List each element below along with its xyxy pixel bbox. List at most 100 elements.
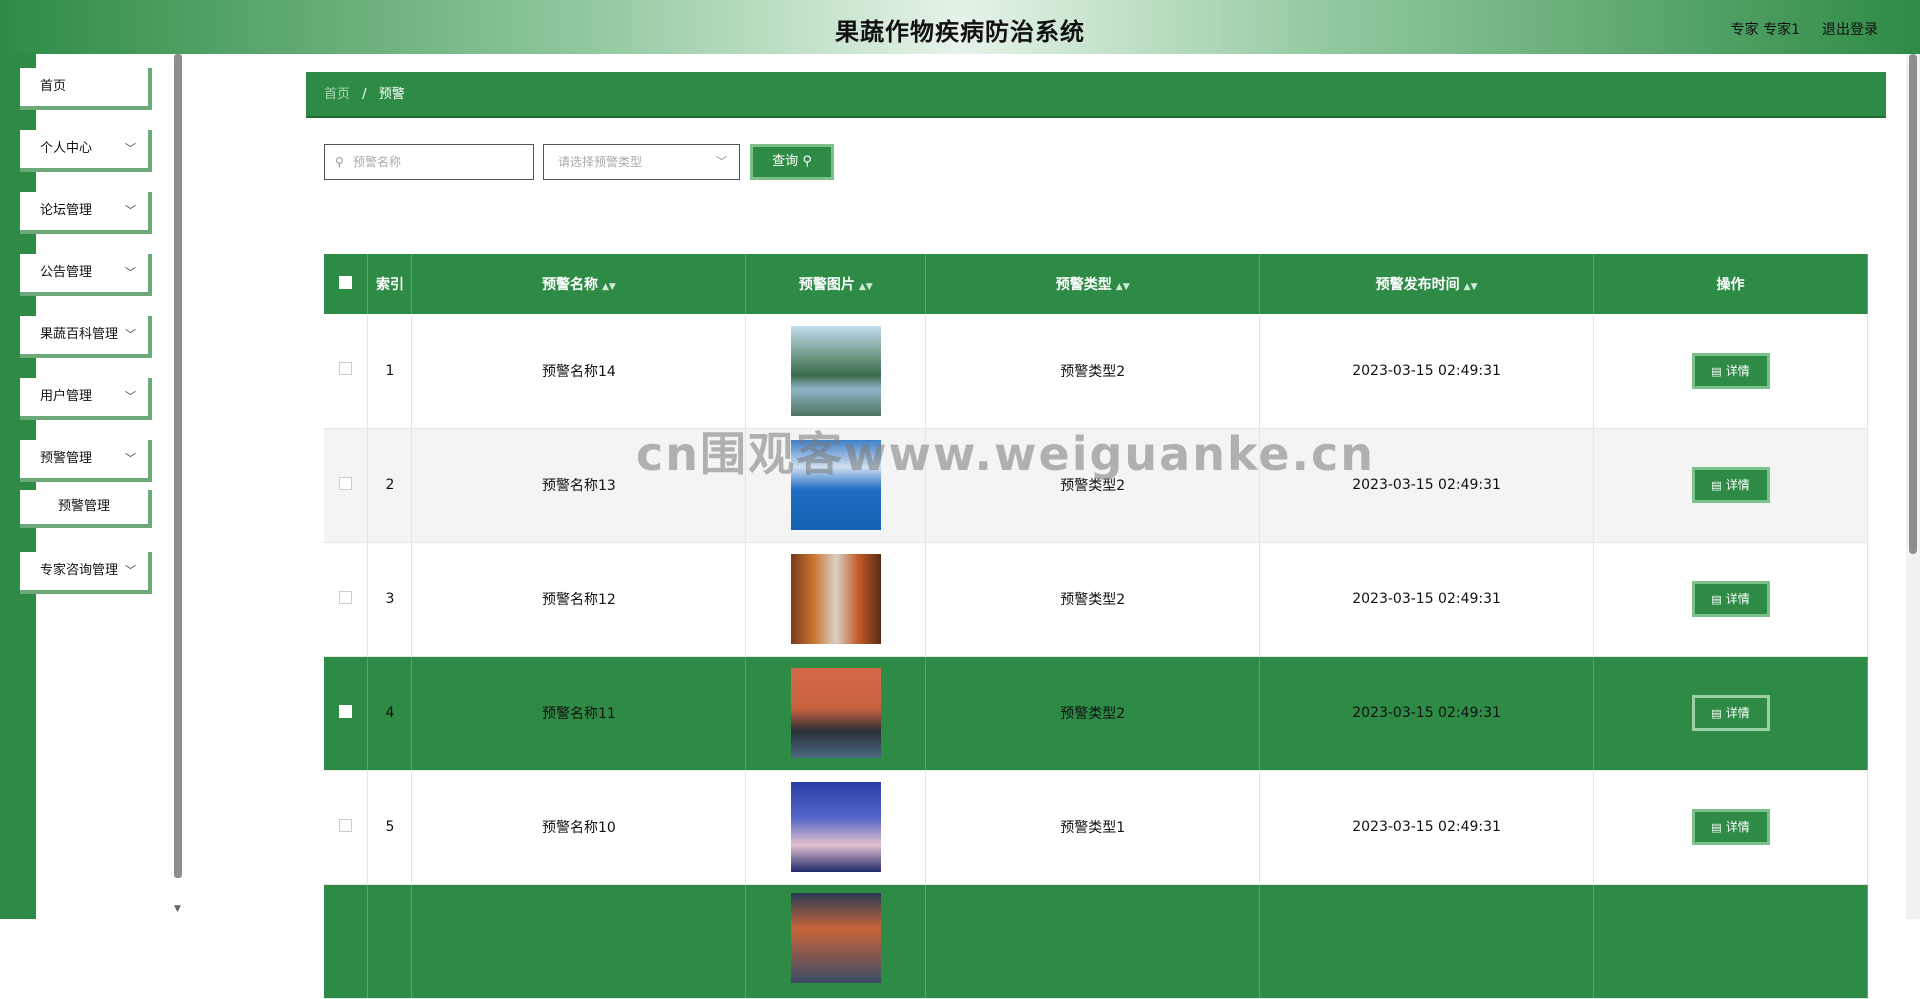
row-checkbox[interactable]	[339, 476, 353, 490]
warning-type-select[interactable]: 请选择预警类型 ﹀	[543, 144, 740, 180]
column-header-time[interactable]: 预警发布时间 ▲▼	[1259, 254, 1595, 314]
row-type: 预警类型1	[925, 770, 1261, 885]
row-checkbox-cell	[324, 314, 369, 429]
breadcrumb: 首页 / 预警	[306, 72, 1886, 118]
table-row[interactable]: 1 预警名称14 预警类型2 2023-03-15 02:49:31 ▤ 详情	[324, 314, 1868, 429]
table-row[interactable]: 4 预警名称11 预警类型2 2023-03-15 02:49:31 ▤ 详情	[324, 656, 1868, 771]
sidebar-item-encyclopedia[interactable]: 果蔬百科管理 ﹀	[20, 316, 152, 358]
warning-name-search-input[interactable]: ⚲ 预警名称	[324, 144, 534, 180]
column-header-actions: 操作	[1593, 254, 1868, 314]
chevron-down-icon: ﹀	[125, 204, 136, 217]
scroll-down-arrow-icon[interactable]: ▼	[174, 904, 181, 914]
row-actions: ▤ 详情	[1593, 770, 1868, 885]
detail-button[interactable]: ▤ 详情	[1691, 352, 1770, 389]
row-type	[925, 884, 1261, 999]
row-index: 2	[367, 428, 413, 543]
detail-button[interactable]: ▤ 详情	[1691, 467, 1770, 503]
document-icon: ▤	[1711, 821, 1722, 834]
row-actions: ▤ 详情	[1593, 314, 1868, 429]
breadcrumb-separator: /	[362, 87, 367, 102]
sidebar-item-label: 论坛管理	[40, 203, 93, 218]
warning-image	[790, 325, 881, 416]
select-placeholder: 请选择预警类型	[558, 155, 643, 169]
search-icon: ⚲	[335, 155, 344, 169]
sort-icon[interactable]: ▲▼	[859, 282, 873, 292]
warning-image	[790, 782, 881, 872]
detail-button-label: 详情	[1725, 706, 1750, 720]
sidebar-item-warning[interactable]: 预警管理 ﹀	[20, 440, 152, 482]
sidebar-item-announcement[interactable]: 公告管理 ﹀	[20, 254, 152, 296]
row-time: 2023-03-15 02:49:31	[1259, 656, 1595, 771]
table-row[interactable]	[324, 884, 1868, 999]
column-header-name[interactable]: 预警名称 ▲▼	[411, 254, 747, 314]
sort-icon[interactable]: ▲▼	[602, 282, 616, 292]
row-index: 1	[367, 314, 413, 429]
sidebar-item-forum[interactable]: 论坛管理 ﹀	[20, 192, 152, 234]
sidebar-item-expert-consult[interactable]: 专家咨询管理 ﹀	[20, 552, 152, 594]
document-icon: ▤	[1711, 593, 1722, 606]
detail-button-label: 详情	[1725, 363, 1750, 378]
query-button[interactable]: 查询 ⚲	[750, 144, 834, 180]
sidebar-scrollbar[interactable]	[174, 54, 182, 878]
column-header-image[interactable]: 预警图片 ▲▼	[745, 254, 927, 314]
row-type: 预警类型2	[925, 542, 1261, 657]
select-all-cell	[324, 254, 369, 314]
row-time: 2023-03-15 02:49:31	[1259, 314, 1595, 429]
row-actions	[1593, 884, 1868, 999]
row-index: 4	[367, 656, 413, 771]
column-header-index: 索引	[367, 254, 413, 314]
sidebar-item-users[interactable]: 用户管理 ﹀	[20, 378, 152, 420]
row-index: 3	[367, 542, 413, 657]
row-checkbox[interactable]	[339, 818, 353, 832]
select-all-checkbox[interactable]	[339, 275, 353, 289]
chevron-down-icon: ﹀	[716, 155, 727, 168]
row-time	[1259, 884, 1595, 999]
warning-image	[790, 892, 881, 983]
row-name: 预警名称11	[411, 656, 747, 771]
sidebar-item-label: 果蔬百科管理	[40, 327, 119, 342]
chevron-down-icon: ﹀	[125, 142, 136, 155]
page-scrollbar-thumb[interactable]	[1909, 54, 1917, 554]
breadcrumb-home-link[interactable]: 首页	[324, 87, 350, 102]
sort-icon[interactable]: ▲▼	[1116, 282, 1130, 292]
row-image-cell	[745, 542, 927, 657]
chevron-down-icon: ﹀	[125, 266, 136, 279]
table-row[interactable]: 5 预警名称10 预警类型1 2023-03-15 02:49:31 ▤ 详情	[324, 770, 1868, 885]
row-checkbox[interactable]	[339, 704, 353, 718]
query-button-label: 查询	[772, 154, 799, 169]
detail-button[interactable]: ▤ 详情	[1691, 581, 1770, 617]
breadcrumb-current: 预警	[378, 87, 405, 102]
sidebar-subitem-warning-manage[interactable]: 预警管理	[20, 490, 152, 528]
chevron-down-icon: ﹀	[125, 452, 136, 465]
sidebar-item-home[interactable]: 首页	[20, 68, 152, 110]
row-checkbox[interactable]	[339, 362, 353, 376]
table-row[interactable]: 3 预警名称12 预警类型2 2023-03-15 02:49:31 ▤ 详情	[324, 542, 1868, 657]
row-checkbox-cell	[324, 770, 369, 885]
sidebar-item-label: 个人中心	[40, 141, 93, 156]
sort-icon[interactable]: ▲▼	[1464, 282, 1478, 292]
column-header-type[interactable]: 预警类型 ▲▼	[925, 254, 1261, 314]
document-icon: ▤	[1711, 364, 1722, 378]
row-checkbox-cell	[324, 542, 369, 657]
row-checkbox-cell	[324, 656, 369, 771]
row-checkbox[interactable]	[339, 590, 353, 604]
warning-image	[790, 668, 881, 758]
detail-button[interactable]: ▤ 详情	[1691, 695, 1770, 731]
chevron-down-icon: ﹀	[125, 564, 136, 577]
detail-button[interactable]: ▤ 详情	[1691, 809, 1770, 845]
row-image-cell	[745, 314, 927, 429]
row-actions: ▤ 详情	[1593, 656, 1868, 771]
row-checkbox-cell	[324, 884, 369, 999]
logout-link[interactable]: 退出登录	[1822, 19, 1878, 39]
column-header-label: 预警图片	[798, 277, 855, 293]
row-name: 预警名称12	[411, 542, 747, 657]
row-image-cell	[745, 770, 927, 885]
row-type: 预警类型2	[925, 656, 1261, 771]
row-actions: ▤ 详情	[1593, 542, 1868, 657]
sidebar-item-personal-center[interactable]: 个人中心 ﹀	[20, 130, 152, 172]
column-header-label: 预警类型	[1055, 277, 1112, 293]
row-actions: ▤ 详情	[1593, 428, 1868, 543]
document-icon: ▤	[1711, 479, 1722, 492]
top-header: 果蔬作物疾病防治系统 专家 专家1 退出登录	[0, 0, 1920, 54]
chevron-down-icon: ﹀	[125, 328, 136, 341]
